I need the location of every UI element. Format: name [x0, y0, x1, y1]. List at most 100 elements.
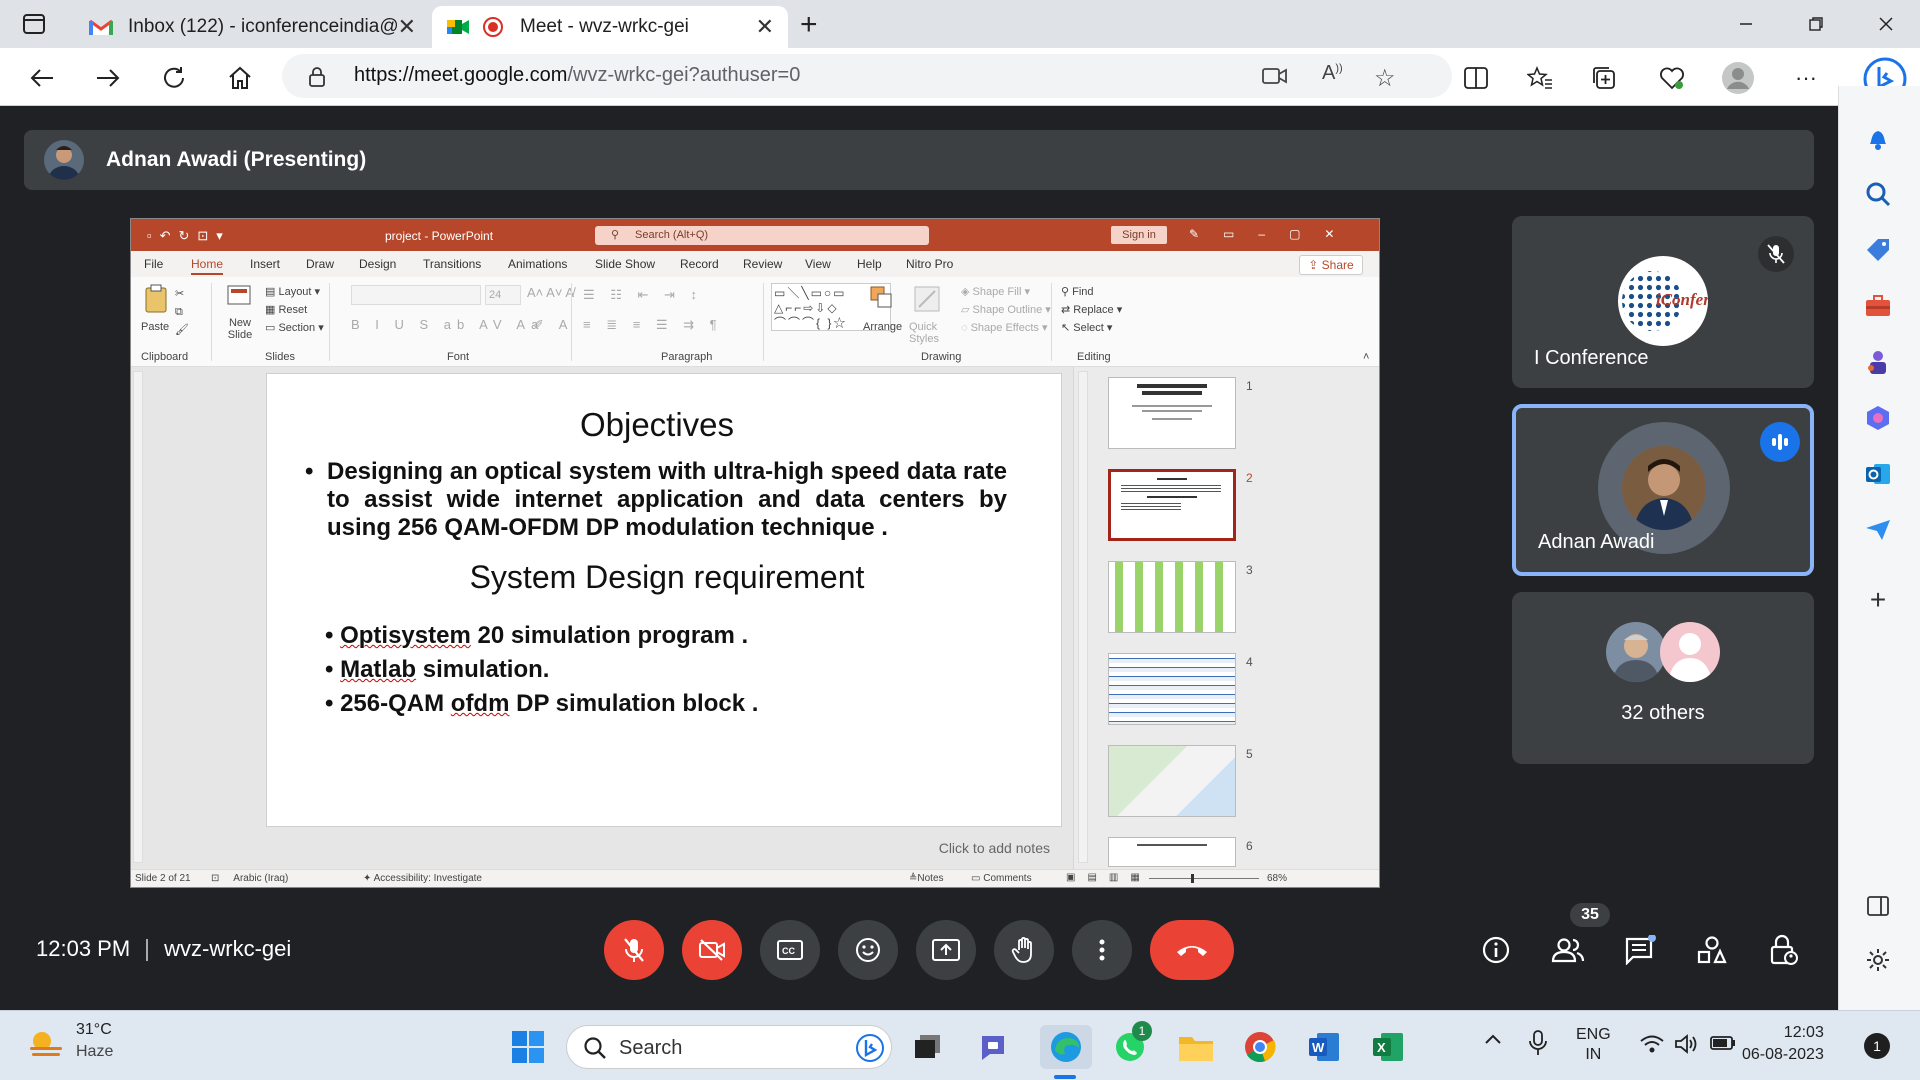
favorite-star-icon[interactable]: ☆	[1374, 64, 1396, 93]
present-button[interactable]	[916, 920, 976, 980]
outlook-icon[interactable]	[1853, 454, 1903, 494]
collections-icon[interactable]	[1584, 58, 1624, 98]
refresh-icon[interactable]	[154, 58, 194, 98]
tab-gmail[interactable]: Inbox (122) - iconferenceindia@gmail.com…	[74, 6, 430, 48]
people-button[interactable]	[1544, 926, 1592, 974]
minimize-icon[interactable]	[1716, 0, 1776, 48]
weather-condition: Haze	[76, 1043, 114, 1060]
find-label: ⚲ Find	[1061, 286, 1094, 298]
meeting-details-button[interactable]	[1472, 926, 1520, 974]
ppt-tab-design: Design	[359, 257, 397, 271]
notes-toggle: ≜Notes	[909, 873, 944, 884]
close-icon[interactable]: ✕	[398, 14, 416, 40]
chrome-icon[interactable]	[1238, 1025, 1282, 1069]
volume-icon[interactable]	[1674, 1033, 1698, 1055]
teams-chat-icon[interactable]	[972, 1025, 1016, 1069]
add-icon[interactable]: +	[1853, 580, 1903, 620]
camera-icon[interactable]	[1262, 65, 1288, 87]
ppt-tab-insert: Insert	[250, 257, 281, 271]
participant-tile[interactable]: iConfer I Conference	[1512, 216, 1814, 388]
font-grow-icon: A˄ A˅ A̸	[527, 285, 574, 300]
show-hidden-icons[interactable]	[1484, 1033, 1502, 1045]
raise-hand-button[interactable]	[994, 920, 1054, 980]
weather-widget[interactable]: 31°C Haze	[76, 1021, 113, 1061]
thumbnail-number: 1	[1246, 379, 1253, 393]
taskbar-time: 12:03	[1783, 1024, 1824, 1041]
camera-off-button[interactable]	[682, 920, 742, 980]
people-icon	[1551, 938, 1585, 963]
copilot-icon[interactable]	[1853, 398, 1903, 438]
tab-title: Meet - wvz-wrkc-gei	[520, 16, 689, 37]
notification-badge[interactable]: 1	[1864, 1033, 1890, 1059]
taskbar-clock[interactable]: 12:03 06-08-2023	[1742, 1022, 1824, 1066]
close-window-icon[interactable]	[1856, 0, 1916, 48]
editing-group-label: Editing	[1077, 351, 1111, 363]
restore-icon[interactable]	[1786, 0, 1846, 48]
slide-thumbnail	[1108, 745, 1236, 817]
language-indicator[interactable]: ENG IN	[1576, 1025, 1611, 1065]
tab-title: Inbox (122) - iconferenceindia@gmail.com	[127, 16, 398, 37]
shopping-tag-icon[interactable]	[1853, 230, 1903, 270]
back-icon[interactable]	[22, 58, 62, 98]
start-windows-icon[interactable]	[506, 1025, 550, 1069]
slide-thumbnails: 1 2 3 4 5 6	[1073, 367, 1379, 869]
host-controls-button[interactable]	[1760, 926, 1808, 974]
ppt-title-bar: ▫↶↻⊡▾ project - PowerPoint Search (Alt+Q…	[131, 219, 1379, 251]
chat-button[interactable]	[1616, 926, 1664, 974]
align-icons: ≡ ≣ ≡ ☰ ⇉ ¶	[583, 317, 723, 332]
ppt-tab-animations: Animations	[508, 257, 568, 271]
more-vert-icon	[1099, 939, 1105, 961]
tools-icon[interactable]	[1853, 286, 1903, 326]
read-aloud-icon[interactable]: A))	[1322, 62, 1343, 85]
activities-button[interactable]	[1688, 926, 1736, 974]
address-bar[interactable]: https://meet.google.com/wvz-wrkc-gei?aut…	[282, 54, 1452, 98]
close-icon[interactable]: ✕	[756, 14, 774, 40]
search-icon[interactable]	[1853, 174, 1903, 214]
settings-gear-icon[interactable]	[1853, 940, 1903, 980]
tab-actions-icon[interactable]	[22, 12, 46, 36]
new-tab-icon[interactable]: +	[800, 8, 818, 42]
meet-icon	[447, 20, 469, 34]
scrollbar	[133, 371, 143, 863]
divider	[1051, 283, 1052, 361]
send-icon[interactable]	[1853, 510, 1903, 550]
font-size-field: 24	[485, 285, 521, 305]
profile-icon[interactable]	[1718, 58, 1758, 98]
split-screen-icon[interactable]	[1456, 58, 1496, 98]
taskbar-search[interactable]: Search	[566, 1025, 892, 1069]
hide-sidebar-icon[interactable]	[1853, 886, 1903, 926]
more-icon[interactable]: ···	[1786, 58, 1826, 98]
favorites-icon[interactable]	[1520, 58, 1560, 98]
mic-off-button[interactable]	[604, 920, 664, 980]
divider	[763, 283, 764, 361]
current-slide: Objectives • Designing an optical system …	[266, 373, 1062, 827]
tab-meet[interactable]: Meet - wvz-wrkc-gei ✕	[432, 6, 788, 48]
leave-call-button[interactable]	[1150, 920, 1234, 980]
participant-tile-active-speaker[interactable]: Adnan Awadi	[1512, 404, 1814, 576]
word-icon[interactable]: W	[1302, 1025, 1346, 1069]
ppt-menu-tabs: File Home Insert Draw Design Transitions…	[131, 251, 1379, 277]
url-text[interactable]: https://meet.google.com/wvz-wrkc-gei?aut…	[354, 64, 800, 87]
games-icon[interactable]	[1853, 342, 1903, 382]
shape-outline-label: ▱ Shape Outline ▾	[961, 304, 1051, 316]
microphone-icon[interactable]	[1528, 1029, 1548, 1057]
slide-thumbnail	[1108, 469, 1236, 541]
battery-icon[interactable]	[1710, 1035, 1736, 1051]
browser-essentials-icon[interactable]	[1652, 58, 1692, 98]
reactions-button[interactable]	[838, 920, 898, 980]
bell-icon[interactable]	[1853, 118, 1903, 158]
home-icon[interactable]	[220, 58, 260, 98]
others-tile[interactable]: 32 others	[1512, 592, 1814, 764]
avatar	[1660, 622, 1720, 682]
wifi-icon[interactable]	[1640, 1035, 1664, 1053]
captions-button[interactable]: CC	[760, 920, 820, 980]
more-options-button[interactable]	[1072, 920, 1132, 980]
forward-icon[interactable]	[88, 58, 128, 98]
ppt-tab-draw: Draw	[306, 257, 335, 271]
excel-icon[interactable]: X	[1366, 1025, 1410, 1069]
task-view-icon[interactable]	[906, 1025, 950, 1069]
lock-icon[interactable]	[308, 66, 326, 88]
edge-browser-icon[interactable]	[1040, 1025, 1092, 1069]
file-explorer-icon[interactable]	[1174, 1025, 1218, 1069]
meet-stage: Adnan Awadi (Presenting) ▫↶↻⊡▾ project -…	[0, 106, 1838, 1010]
